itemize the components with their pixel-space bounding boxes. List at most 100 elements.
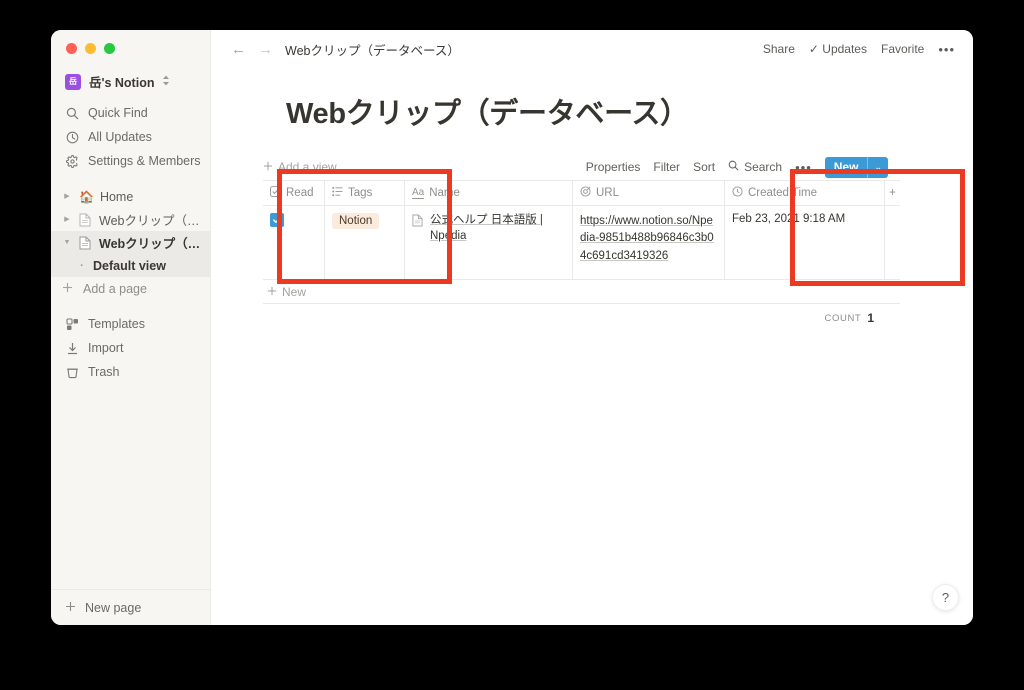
import-icon bbox=[65, 341, 79, 355]
sidebar-tree-item-label: Webクリップ（ペ... bbox=[99, 214, 202, 228]
sidebar-nav-list: Quick Find All Updates Settings & Member… bbox=[51, 101, 210, 173]
column-header-tags[interactable]: Tags bbox=[325, 181, 405, 206]
filter-button[interactable]: Filter bbox=[653, 160, 680, 174]
search-icon bbox=[65, 106, 79, 120]
column-header-label: Read bbox=[286, 187, 314, 199]
page-icon bbox=[79, 213, 93, 227]
clock-property-icon bbox=[732, 186, 743, 200]
column-header-url[interactable]: URL bbox=[573, 181, 725, 206]
new-record-label: New bbox=[833, 160, 859, 174]
sidebar-item-label: Quick Find bbox=[88, 106, 148, 120]
url-link[interactable]: https://www.notion.so/Npedia-9851b488b96… bbox=[580, 215, 714, 262]
sidebar-item-label: Settings & Members bbox=[88, 154, 201, 168]
forward-button[interactable]: → bbox=[252, 42, 279, 57]
table-header-row: Read Tags Aa Name URL Created Time + bbox=[263, 181, 900, 206]
sidebar-tree-item-label: Home bbox=[99, 189, 134, 204]
gear-icon bbox=[65, 154, 79, 168]
add-column-button[interactable]: + bbox=[885, 181, 900, 206]
twisty-collapsed-icon[interactable]: ▶ bbox=[61, 216, 73, 223]
page-icon bbox=[412, 214, 424, 230]
window-traffic-lights bbox=[51, 30, 210, 54]
minimize-window-button[interactable] bbox=[85, 43, 96, 54]
sidebar-item-label: All Updates bbox=[88, 130, 152, 144]
sidebar-tree-item-default-view[interactable]: · Default view bbox=[51, 254, 210, 277]
sidebar-item-import[interactable]: Import bbox=[51, 336, 210, 360]
favorite-button[interactable]: Favorite bbox=[881, 42, 924, 56]
sidebar-item-label: Trash bbox=[88, 365, 120, 379]
search-label: Search bbox=[744, 160, 783, 174]
sidebar-footer: New page bbox=[51, 589, 210, 625]
properties-button[interactable]: Properties bbox=[586, 160, 641, 174]
sidebar-add-a-page[interactable]: Add a page bbox=[51, 277, 210, 300]
bullet-icon: · bbox=[80, 259, 84, 272]
plus-icon bbox=[65, 601, 76, 615]
cell-url[interactable]: https://www.notion.so/Npedia-9851b488b96… bbox=[573, 206, 725, 280]
column-header-read[interactable]: Read bbox=[263, 181, 325, 206]
clock-icon bbox=[65, 130, 79, 144]
house-emoji-icon: 🏠 bbox=[79, 189, 94, 204]
updates-button[interactable]: ✓ Updates bbox=[809, 42, 867, 56]
new-record-button[interactable]: New ⌄ bbox=[824, 156, 888, 178]
new-page-label: New page bbox=[85, 600, 142, 615]
record-title-link[interactable]: 公式ヘルプ 日本語版 | Npedia bbox=[430, 213, 565, 244]
add-new-row-button[interactable]: New bbox=[263, 280, 900, 304]
read-checkbox-checked[interactable] bbox=[270, 213, 284, 227]
zoom-window-button[interactable] bbox=[104, 43, 115, 54]
twisty-expanded-icon[interactable]: ▼ bbox=[61, 239, 73, 246]
column-header-created-time[interactable]: Created Time bbox=[725, 181, 885, 206]
workspace-switcher[interactable]: 岳 岳's Notion bbox=[61, 68, 202, 95]
sidebar-tree-item-webclip-page[interactable]: ▶ Webクリップ（ペ... bbox=[51, 208, 210, 231]
page-icon bbox=[79, 236, 93, 250]
twisty-collapsed-icon[interactable]: ▶ bbox=[61, 193, 73, 200]
sidebar-item-label: Templates bbox=[88, 317, 145, 331]
title-property-icon: Aa bbox=[412, 187, 425, 199]
tag-chip: Notion bbox=[332, 213, 380, 229]
add-new-row-label: New bbox=[282, 284, 307, 299]
sidebar-item-templates[interactable]: Templates bbox=[51, 312, 210, 336]
templates-icon bbox=[65, 317, 79, 331]
cell-name[interactable]: 公式ヘルプ 日本語版 | Npedia bbox=[405, 206, 573, 280]
check-icon: ✓ bbox=[808, 42, 819, 56]
search-button[interactable]: Search bbox=[728, 160, 782, 174]
table-row[interactable]: Notion 公式ヘルプ 日本語版 | Npedia https://www.n… bbox=[263, 206, 900, 280]
sidebar-item-all-updates[interactable]: All Updates bbox=[51, 125, 210, 149]
sidebar-tree-item-label: Default view bbox=[93, 258, 166, 273]
top-bar: ← → Webクリップ（データベース） Share ✓ Updates Favo… bbox=[211, 30, 973, 68]
column-header-label: Name bbox=[429, 187, 460, 199]
more-options-icon[interactable]: ••• bbox=[938, 42, 955, 57]
sort-button[interactable]: Sort bbox=[693, 160, 715, 174]
column-header-name[interactable]: Aa Name bbox=[405, 181, 573, 206]
checkbox-property-icon bbox=[270, 186, 281, 200]
sidebar-tree-item-webclip-database[interactable]: ▼ Webクリップ（デ... bbox=[51, 231, 210, 254]
page-title[interactable]: Webクリップ（データベース） bbox=[286, 90, 973, 132]
plus-icon bbox=[263, 160, 273, 174]
close-window-button[interactable] bbox=[66, 43, 77, 54]
cell-tags[interactable]: Notion bbox=[325, 206, 405, 280]
cell-created-time[interactable]: Feb 23, 2021 9:18 AM bbox=[725, 206, 885, 280]
sidebar-page-tree: ▶ 🏠 Home ▶ Webクリップ（ペ... ▼ Webクリップ（デ... · bbox=[51, 185, 210, 300]
sidebar-tree-item-home[interactable]: ▶ 🏠 Home bbox=[51, 185, 210, 208]
sidebar-item-trash[interactable]: Trash bbox=[51, 360, 210, 384]
add-a-page-label: Add a page bbox=[83, 281, 147, 296]
sidebar-item-quick-find[interactable]: Quick Find bbox=[51, 101, 210, 125]
cell-read[interactable] bbox=[263, 206, 325, 280]
database-table: Read Tags Aa Name URL Created Time + Not… bbox=[263, 180, 900, 280]
sidebar: 岳 岳's Notion Quick Find All Updates Sett… bbox=[51, 30, 211, 625]
breadcrumb[interactable]: Webクリップ（データベース） bbox=[285, 40, 460, 59]
plus-icon bbox=[61, 282, 73, 295]
sidebar-utilities: Templates Import Trash bbox=[51, 312, 210, 384]
add-a-view-label: Add a view bbox=[278, 160, 337, 174]
column-header-label: Tags bbox=[348, 187, 373, 199]
help-button[interactable]: ? bbox=[932, 584, 959, 611]
back-button[interactable]: ← bbox=[225, 42, 252, 57]
count-value: 1 bbox=[867, 311, 874, 325]
view-more-options-icon[interactable]: ••• bbox=[795, 160, 812, 175]
sidebar-item-settings-members[interactable]: Settings & Members bbox=[51, 149, 210, 173]
new-page-button[interactable]: New page bbox=[51, 601, 141, 615]
share-button[interactable]: Share bbox=[763, 42, 795, 56]
updates-label: Updates bbox=[822, 42, 867, 56]
count-label: COUNT bbox=[824, 312, 862, 324]
chevron-down-icon[interactable]: ⌄ bbox=[868, 162, 888, 173]
add-a-view-button[interactable]: Add a view bbox=[263, 160, 337, 174]
